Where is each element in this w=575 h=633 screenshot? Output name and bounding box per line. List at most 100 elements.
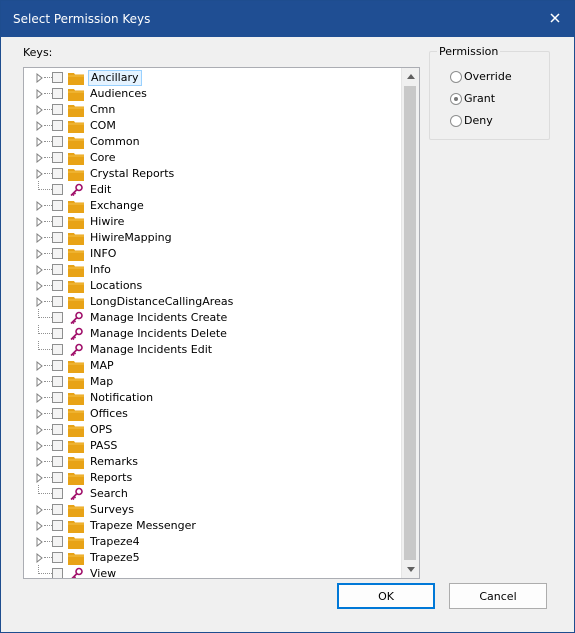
tree-item-label[interactable]: OPS — [88, 423, 114, 437]
cancel-button[interactable]: Cancel — [449, 583, 547, 609]
tree-item-label[interactable]: Hiwire — [88, 215, 126, 229]
tree-item-info[interactable]: INFO — [24, 246, 400, 262]
item-checkbox[interactable] — [52, 424, 63, 435]
tree-item-core[interactable]: Core — [24, 150, 400, 166]
tree-item-ancillary[interactable]: Ancillary — [24, 70, 400, 86]
expand-arrow-icon[interactable] — [35, 104, 44, 116]
tree-item-cmn[interactable]: Cmn — [24, 102, 400, 118]
tree-item-pass[interactable]: PASS — [24, 438, 400, 454]
item-checkbox[interactable] — [52, 456, 63, 467]
expand-arrow-icon[interactable] — [35, 408, 44, 420]
tree-item-map[interactable]: MAP — [24, 358, 400, 374]
expand-arrow-icon[interactable] — [35, 232, 44, 244]
scroll-up-button[interactable] — [402, 68, 419, 85]
tree-item-label[interactable]: Exchange — [88, 199, 146, 213]
expand-arrow-icon[interactable] — [35, 392, 44, 404]
expand-arrow-icon[interactable] — [35, 296, 44, 308]
expand-arrow-icon[interactable] — [35, 504, 44, 516]
item-checkbox[interactable] — [52, 328, 63, 339]
expand-arrow-icon[interactable] — [35, 120, 44, 132]
tree-item-crystal-reports[interactable]: Crystal Reports — [24, 166, 400, 182]
expand-arrow-icon[interactable] — [35, 264, 44, 276]
tree-item-view[interactable]: View — [24, 565, 400, 578]
expand-arrow-icon[interactable] — [35, 216, 44, 228]
tree-item-label[interactable]: Cmn — [88, 103, 117, 117]
item-checkbox[interactable] — [52, 248, 63, 259]
scroll-thumb[interactable] — [404, 86, 416, 560]
expand-arrow-icon[interactable] — [35, 360, 44, 372]
tree-item-label[interactable]: INFO — [88, 247, 118, 261]
override-radio[interactable] — [450, 71, 462, 83]
expand-arrow-icon[interactable] — [35, 152, 44, 164]
tree-item-label[interactable]: Manage Incidents Create — [88, 311, 229, 325]
tree-item-manage-incidents-delete[interactable]: Manage Incidents Delete — [24, 325, 400, 342]
item-checkbox[interactable] — [52, 216, 63, 227]
tree-item-offices[interactable]: Offices — [24, 406, 400, 422]
item-checkbox[interactable] — [52, 408, 63, 419]
tree-item-label[interactable]: Surveys — [88, 503, 136, 517]
expand-arrow-icon[interactable] — [35, 552, 44, 564]
expand-arrow-icon[interactable] — [35, 520, 44, 532]
tree-item-audiences[interactable]: Audiences — [24, 86, 400, 102]
tree-item-label[interactable]: Manage Incidents Delete — [88, 327, 229, 341]
close-icon[interactable] — [546, 9, 564, 27]
deny-radio[interactable] — [450, 115, 462, 127]
item-checkbox[interactable] — [52, 88, 63, 99]
item-checkbox[interactable] — [52, 136, 63, 147]
item-checkbox[interactable] — [52, 392, 63, 403]
tree-item-label[interactable]: Trapeze5 — [88, 551, 142, 565]
item-checkbox[interactable] — [52, 568, 63, 578]
tree-item-label[interactable]: Edit — [88, 183, 113, 197]
item-checkbox[interactable] — [52, 264, 63, 275]
tree-item-label[interactable]: Crystal Reports — [88, 167, 176, 181]
expand-arrow-icon[interactable] — [35, 456, 44, 468]
expand-arrow-icon[interactable] — [35, 248, 44, 260]
tree-item-com[interactable]: COM — [24, 118, 400, 134]
expand-arrow-icon[interactable] — [35, 536, 44, 548]
item-checkbox[interactable] — [52, 168, 63, 179]
tree-item-label[interactable]: Map — [88, 375, 115, 389]
tree-item-label[interactable]: Trapeze4 — [88, 535, 142, 549]
tree-item-label[interactable]: Manage Incidents Edit — [88, 343, 214, 357]
keys-tree[interactable]: Ancillary Audiences Cmn COM Common Core Crysta… — [23, 67, 420, 579]
tree-item-info[interactable]: Info — [24, 262, 400, 278]
tree-item-manage-incidents-edit[interactable]: Manage Incidents Edit — [24, 341, 400, 358]
item-checkbox[interactable] — [52, 440, 63, 451]
item-checkbox[interactable] — [52, 552, 63, 563]
expand-arrow-icon[interactable] — [35, 424, 44, 436]
item-checkbox[interactable] — [52, 536, 63, 547]
tree-item-label[interactable]: Notification — [88, 391, 155, 405]
tree-item-label[interactable]: COM — [88, 119, 118, 133]
tree-item-map[interactable]: Map — [24, 374, 400, 390]
tree-item-label[interactable]: Audiences — [88, 87, 149, 101]
scroll-down-button[interactable] — [402, 561, 419, 578]
grant-label[interactable]: Grant — [464, 92, 495, 105]
tree-item-remarks[interactable]: Remarks — [24, 454, 400, 470]
tree-item-trapeze4[interactable]: Trapeze4 — [24, 534, 400, 550]
expand-arrow-icon[interactable] — [35, 168, 44, 180]
tree-item-ops[interactable]: OPS — [24, 422, 400, 438]
tree-item-label[interactable]: Locations — [88, 279, 144, 293]
item-checkbox[interactable] — [52, 72, 63, 83]
expand-arrow-icon[interactable] — [35, 440, 44, 452]
tree-item-label[interactable]: Reports — [88, 471, 134, 485]
item-checkbox[interactable] — [52, 200, 63, 211]
tree-item-label[interactable]: View — [88, 567, 118, 578]
tree-item-label[interactable]: Ancillary — [88, 70, 142, 86]
item-checkbox[interactable] — [52, 184, 63, 195]
expand-arrow-icon[interactable] — [35, 88, 44, 100]
item-checkbox[interactable] — [52, 488, 63, 499]
item-checkbox[interactable] — [52, 520, 63, 531]
item-checkbox[interactable] — [52, 504, 63, 515]
item-checkbox[interactable] — [52, 360, 63, 371]
tree-item-hiwiremapping[interactable]: HiwireMapping — [24, 230, 400, 246]
item-checkbox[interactable] — [52, 232, 63, 243]
item-checkbox[interactable] — [52, 152, 63, 163]
tree-item-label[interactable]: Offices — [88, 407, 130, 421]
tree-item-label[interactable]: Search — [88, 487, 130, 501]
tree-item-label[interactable]: HiwireMapping — [88, 231, 174, 245]
expand-arrow-icon[interactable] — [35, 376, 44, 388]
tree-item-manage-incidents-create[interactable]: Manage Incidents Create — [24, 309, 400, 326]
tree-item-reports[interactable]: Reports — [24, 470, 400, 486]
ok-button[interactable]: OK — [337, 583, 435, 609]
